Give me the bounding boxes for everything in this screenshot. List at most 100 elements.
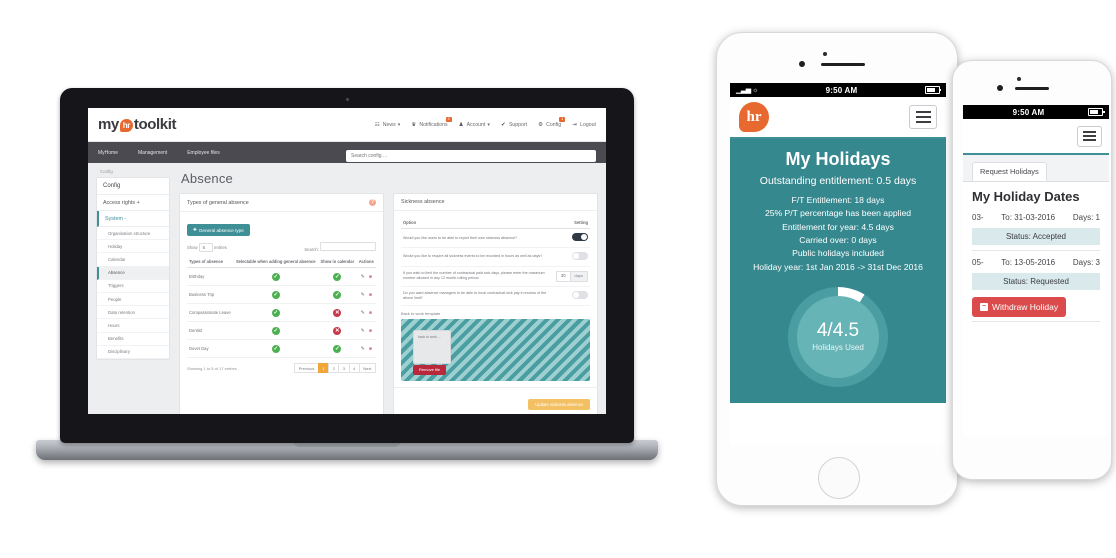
- battery-icon: [1088, 108, 1105, 116]
- subnav-item-myhome[interactable]: MyHome: [98, 150, 118, 156]
- topnav-item-news[interactable]: ☷ News ▾: [375, 122, 401, 128]
- trash-icon[interactable]: ■: [369, 292, 372, 298]
- sidebar-item-disciplinary[interactable]: Disciplinary: [97, 346, 169, 359]
- update-sickness-absence-button[interactable]: Update sickness absence: [528, 398, 590, 410]
- remove-file-button[interactable]: Remove file: [413, 364, 447, 375]
- search-input[interactable]: [346, 149, 596, 162]
- check-icon: ✓: [333, 290, 342, 299]
- sidebar-item-hours[interactable]: Hours: [97, 319, 169, 333]
- top-navigation: ☷ News ▾ ♛ Notifications 0 ♟ Account ▾ ✔…: [375, 116, 596, 128]
- subnav-item-employee-files[interactable]: Employee files: [187, 150, 220, 156]
- booking-from: 05-: [972, 258, 984, 267]
- booking-to: To: 13-05-2016: [1001, 258, 1056, 267]
- entries-label: entries: [214, 244, 227, 250]
- sidebar-item-holiday[interactable]: Holiday: [97, 240, 169, 254]
- pagination-next[interactable]: Next: [358, 363, 376, 374]
- table-controls: Show 5 entries Search:: [187, 242, 376, 252]
- detail-pt-percentage: 25% P/T percentage has been applied: [764, 208, 912, 219]
- column-types-of-absence[interactable]: Types of absence: [187, 256, 234, 269]
- table-row: Do you want absence managers to be able …: [401, 286, 590, 306]
- column-show-in-calendar[interactable]: Show in calendar: [318, 256, 357, 269]
- pencil-icon[interactable]: ✎: [361, 328, 365, 334]
- page-size-control: Show 5 entries: [187, 242, 227, 252]
- app-logo[interactable]: my hr toolkit: [98, 116, 176, 133]
- toggle-report-own-sickness[interactable]: [572, 233, 588, 241]
- topnav-item-logout[interactable]: ⇥ Logout: [572, 122, 596, 128]
- topnav-item-support[interactable]: ✔ Support: [501, 122, 527, 128]
- sidebar-item-triggers[interactable]: Triggers: [97, 280, 169, 293]
- sidebar-item-system[interactable]: System -: [97, 211, 169, 227]
- subnav-item-management[interactable]: Management: [138, 150, 167, 156]
- cell-calendar: ✓: [318, 285, 357, 305]
- donut-label: Holidays Used: [812, 343, 864, 353]
- sidebar-item-benefits[interactable]: Benefits: [97, 333, 169, 346]
- pencil-icon[interactable]: ✎: [361, 310, 365, 316]
- laptop-webcam-icon: [345, 98, 349, 101]
- cell-selectable: ✓: [233, 267, 319, 287]
- column-selectable[interactable]: Selectable when adding general absence: [233, 256, 319, 269]
- trash-icon[interactable]: ■: [369, 274, 372, 280]
- column-actions: Actions: [356, 256, 376, 269]
- check-icon: ✓: [333, 344, 342, 353]
- topnav-item-config[interactable]: ⚙ Config 1: [538, 116, 566, 128]
- pencil-icon[interactable]: ✎: [361, 346, 365, 352]
- add-general-absence-type-button[interactable]: ✚ General absence type: [187, 224, 250, 236]
- check-icon: ✓: [271, 344, 280, 353]
- booking-dates-row: 05- To: 13-05-2016 Days: 3: [972, 255, 1100, 270]
- list-item[interactable]: 03- To: 31-03-2016 Days: 1 Status: Accep…: [972, 210, 1100, 245]
- phone-device-primary: ▁▃▅ ☼ 9:50 AM hr My Holidays Outstanding…: [716, 32, 958, 506]
- topnav-item-notifications[interactable]: ♛ Notifications 0: [411, 116, 452, 128]
- pagination-previous[interactable]: Previous: [294, 363, 319, 374]
- sick-days-unit-label: days: [569, 271, 587, 281]
- page-title: Absence: [181, 171, 233, 186]
- hamburger-menu-icon[interactable]: [1077, 125, 1102, 147]
- trash-icon[interactable]: ■: [369, 346, 372, 352]
- tab-request-holidays[interactable]: Request Holidays: [972, 162, 1047, 181]
- page-size-select[interactable]: 5: [198, 242, 213, 252]
- table-search-input[interactable]: [320, 242, 376, 251]
- sidebar-item-organisation-structure[interactable]: Organisation structure: [97, 227, 169, 241]
- home-button[interactable]: [818, 457, 860, 499]
- cell-calendar: ✓: [318, 267, 357, 287]
- button-label: General absence type: [198, 227, 244, 233]
- pencil-icon[interactable]: ✎: [361, 274, 365, 280]
- trash-icon[interactable]: ■: [369, 310, 372, 316]
- toggle-record-hours[interactable]: [572, 251, 588, 260]
- sidebar-item-data-retention[interactable]: Data retention: [97, 306, 169, 320]
- list-item[interactable]: 05- To: 13-05-2016 Days: 3 Status: Reque…: [972, 255, 1100, 317]
- panel-title: Sickness absence: [401, 199, 445, 205]
- proximity-sensor-icon: [1017, 77, 1021, 81]
- check-icon: ✓: [333, 272, 342, 281]
- pencil-icon[interactable]: ✎: [361, 292, 365, 298]
- topnav-label: Account: [466, 121, 486, 128]
- sidebar-item-people[interactable]: People: [97, 293, 169, 307]
- panels-row: Types of general absence ? ✚ General abs…: [179, 193, 598, 414]
- withdraw-holiday-button[interactable]: − Withdraw Holiday: [972, 297, 1067, 317]
- sick-days-limit-input[interactable]: 30: [556, 271, 570, 281]
- table-row: Dentist ✓ ✕ ✎ ■: [187, 321, 376, 341]
- help-icon: ✔: [500, 121, 506, 128]
- status-time: 9:50 AM: [1012, 107, 1045, 117]
- sidebar-item-calendar[interactable]: Calendar: [97, 253, 169, 267]
- logout-icon: ⇥: [572, 121, 577, 128]
- check-icon: ✓: [271, 308, 280, 317]
- cell-actions: ✎ ■: [356, 285, 376, 305]
- hamburger-menu-icon[interactable]: [909, 105, 937, 129]
- panel-body: Option Setting Would you like users to b…: [394, 211, 597, 387]
- file-dropzone[interactable]: back to work ... Remove file: [401, 318, 590, 381]
- booking-days: Days: 3: [1072, 258, 1100, 267]
- help-icon[interactable]: ?: [369, 199, 376, 206]
- topnav-item-account[interactable]: ♟ Account ▾: [459, 122, 490, 128]
- check-icon: ✓: [271, 326, 280, 335]
- show-label: Show: [187, 244, 198, 250]
- sidebar-item-absence[interactable]: Absence: [97, 266, 169, 280]
- detail-holiday-year: Holiday year: 1st Jan 2016 -> 31st Dec 2…: [753, 261, 923, 272]
- laptop-lid: myhrtoolkit ☷ News ▾ ♛ Notifications 0: [60, 88, 634, 443]
- toggle-exceed-limit[interactable]: [572, 290, 588, 299]
- topnav-label: News: [382, 121, 396, 128]
- app-body: Config Config Access rights + System - O…: [88, 163, 606, 414]
- sidebar-item-access-rights[interactable]: Access rights +: [97, 195, 169, 211]
- phone-screen: ▁▃▅ ☼ 9:50 AM hr My Holidays Outstanding…: [730, 83, 946, 445]
- trash-icon[interactable]: ■: [369, 328, 372, 334]
- hr-bubble-logo-icon[interactable]: hr: [739, 102, 769, 132]
